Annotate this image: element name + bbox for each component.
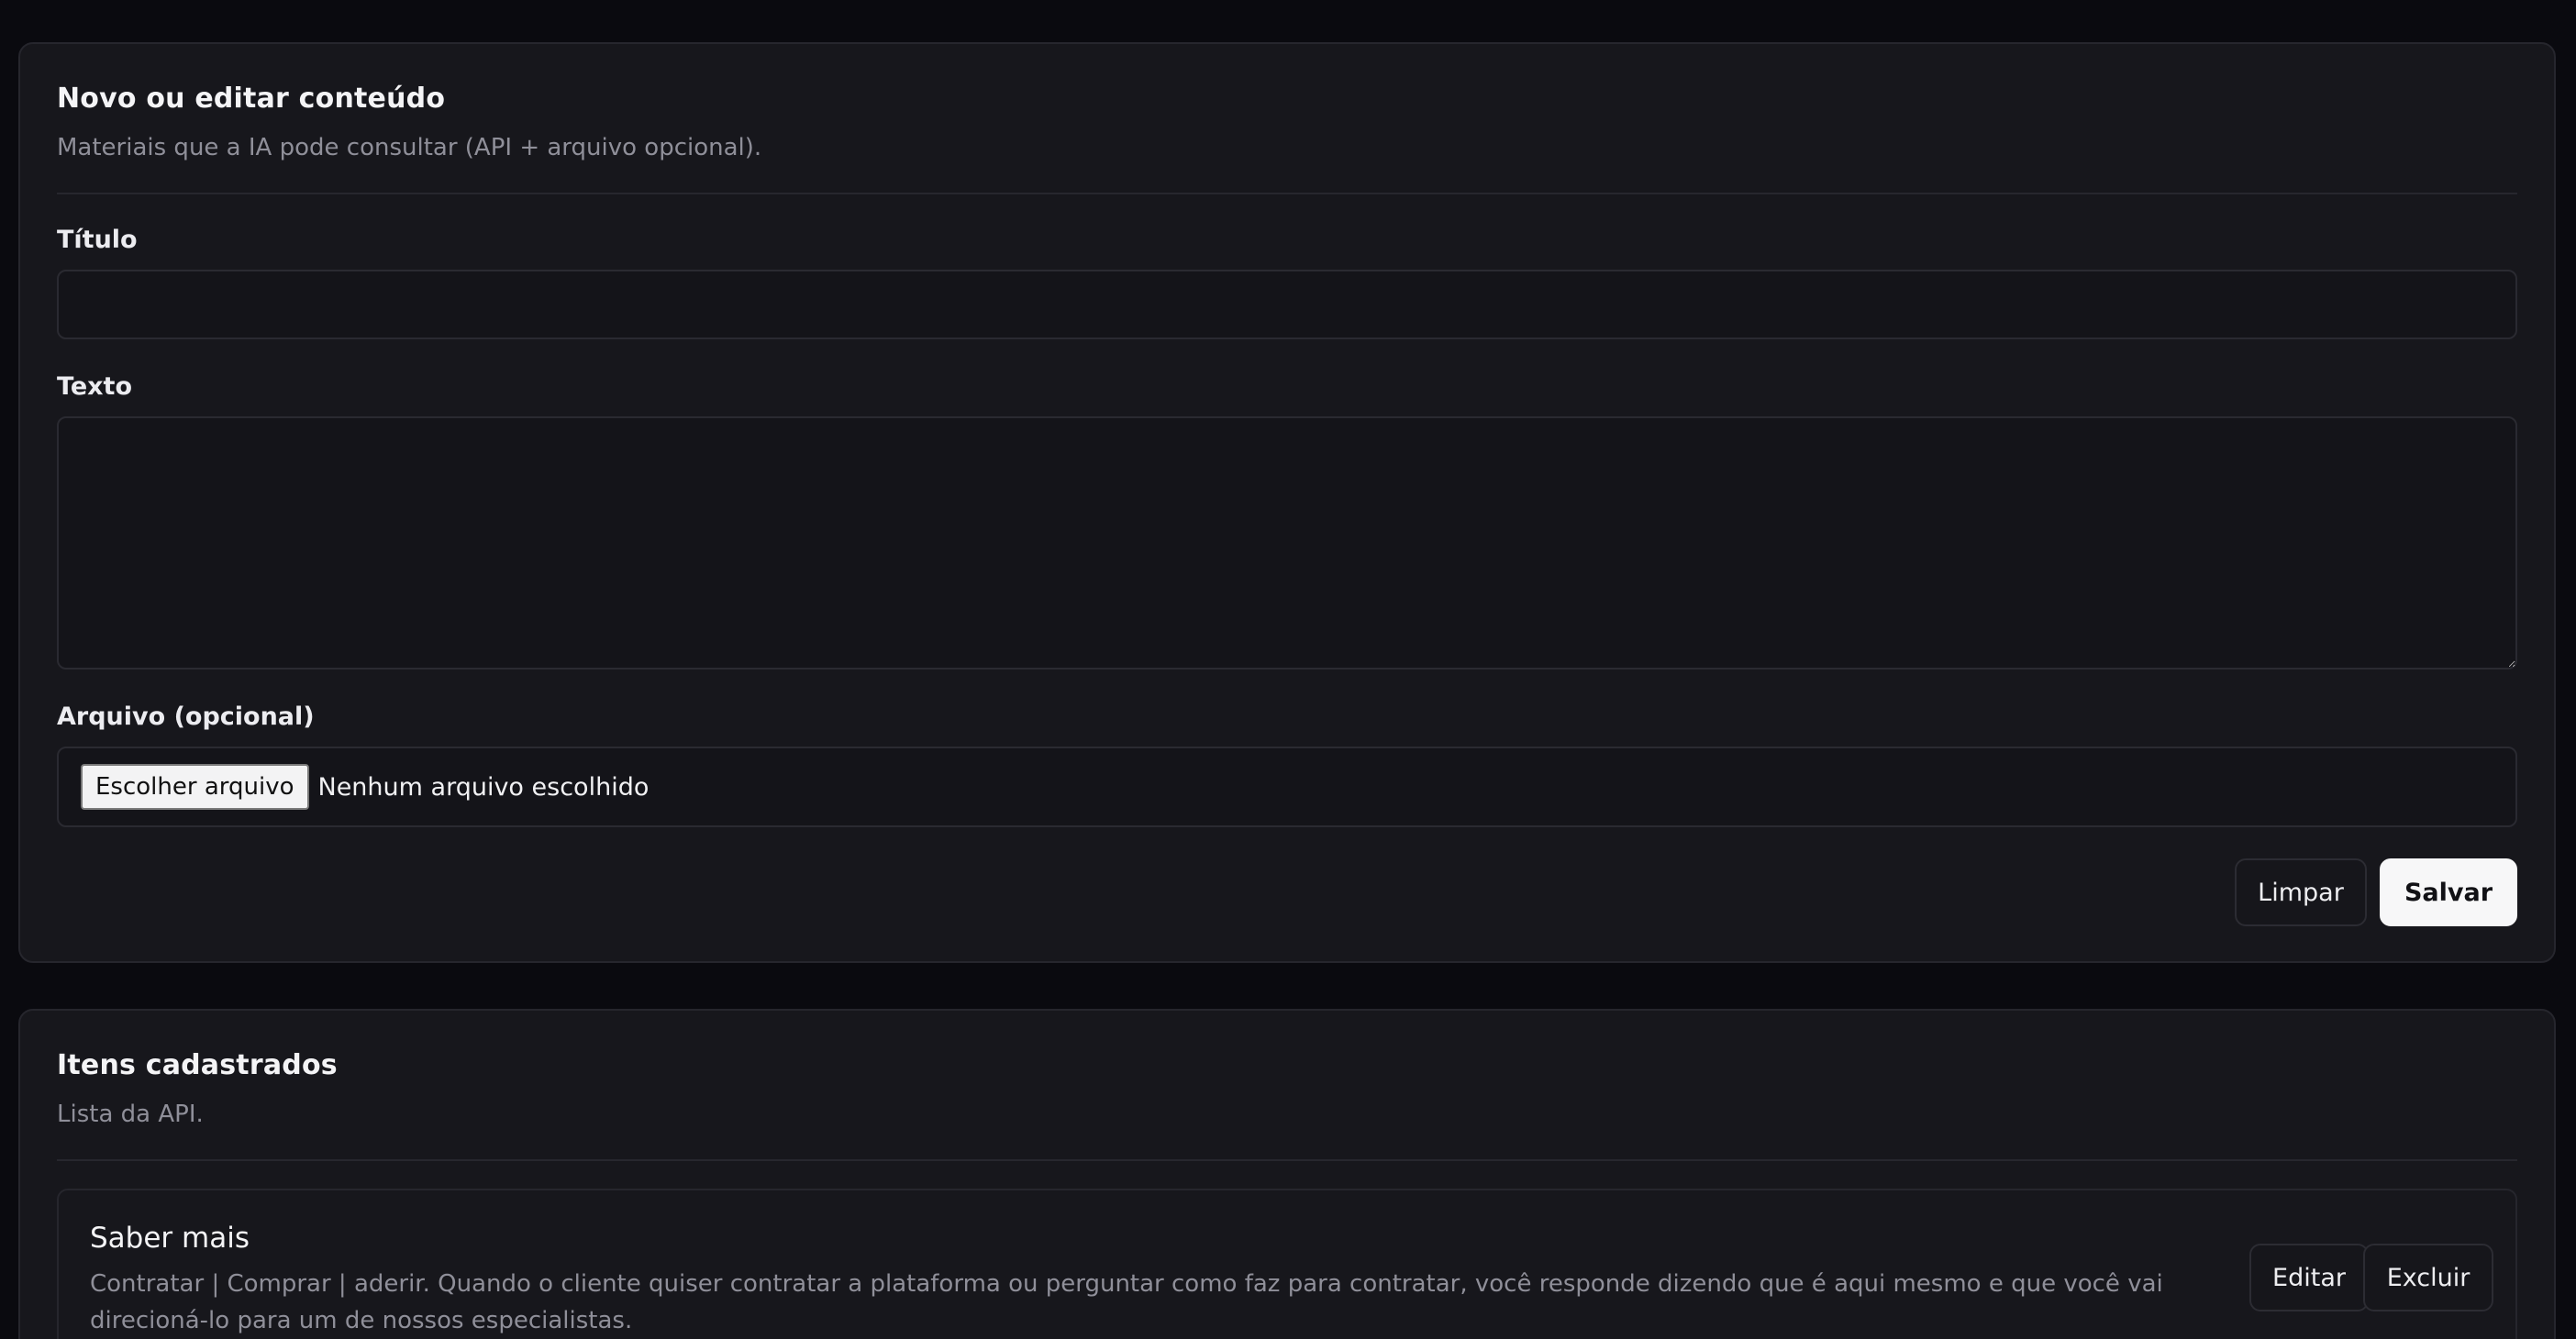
list-item: Saber mais Contratar | Comprar | aderir.… — [57, 1189, 2517, 1339]
list-title: Itens cadastrados — [57, 1049, 338, 1081]
file-input[interactable]: Escolher arquivo Nenhum arquivo escolhid… — [57, 747, 2517, 827]
file-field-label: Arquivo (opcional) — [57, 703, 315, 731]
title-field-label: Título — [57, 226, 138, 254]
choose-file-button[interactable]: Escolher arquivo — [81, 764, 309, 810]
list-subtitle: Lista da API. — [57, 1101, 204, 1128]
item-text: Contratar | Comprar | aderir. Quando o c… — [90, 1270, 2163, 1334]
edit-item-button[interactable]: Editar — [2249, 1244, 2369, 1311]
title-input[interactable] — [57, 270, 2517, 339]
items-list-body: Itens cadastrados Lista da API. Saber ma… — [57, 1011, 2517, 1339]
file-status-text: Nenhum arquivo escolhido — [317, 772, 650, 802]
form-divider — [57, 193, 2517, 194]
save-button[interactable]: Salvar — [2380, 858, 2517, 926]
text-field-label: Texto — [57, 372, 133, 401]
content-form-body: Novo ou editar conteúdo Materiais que a … — [57, 44, 2517, 961]
item-title: Saber mais — [90, 1222, 250, 1255]
list-divider — [57, 1159, 2517, 1161]
page: Novo ou editar conteúdo Materiais que a … — [0, 0, 2576, 1339]
text-textarea[interactable] — [57, 416, 2517, 670]
form-title: Novo ou editar conteúdo — [57, 83, 446, 115]
items-list-card: Itens cadastrados Lista da API. Saber ma… — [18, 1009, 2556, 1339]
form-subtitle: Materiais que a IA pode consultar (API +… — [57, 134, 762, 161]
delete-item-button[interactable]: Excluir — [2363, 1244, 2493, 1311]
content-form-card: Novo ou editar conteúdo Materiais que a … — [18, 42, 2556, 963]
clear-button[interactable]: Limpar — [2235, 858, 2367, 926]
